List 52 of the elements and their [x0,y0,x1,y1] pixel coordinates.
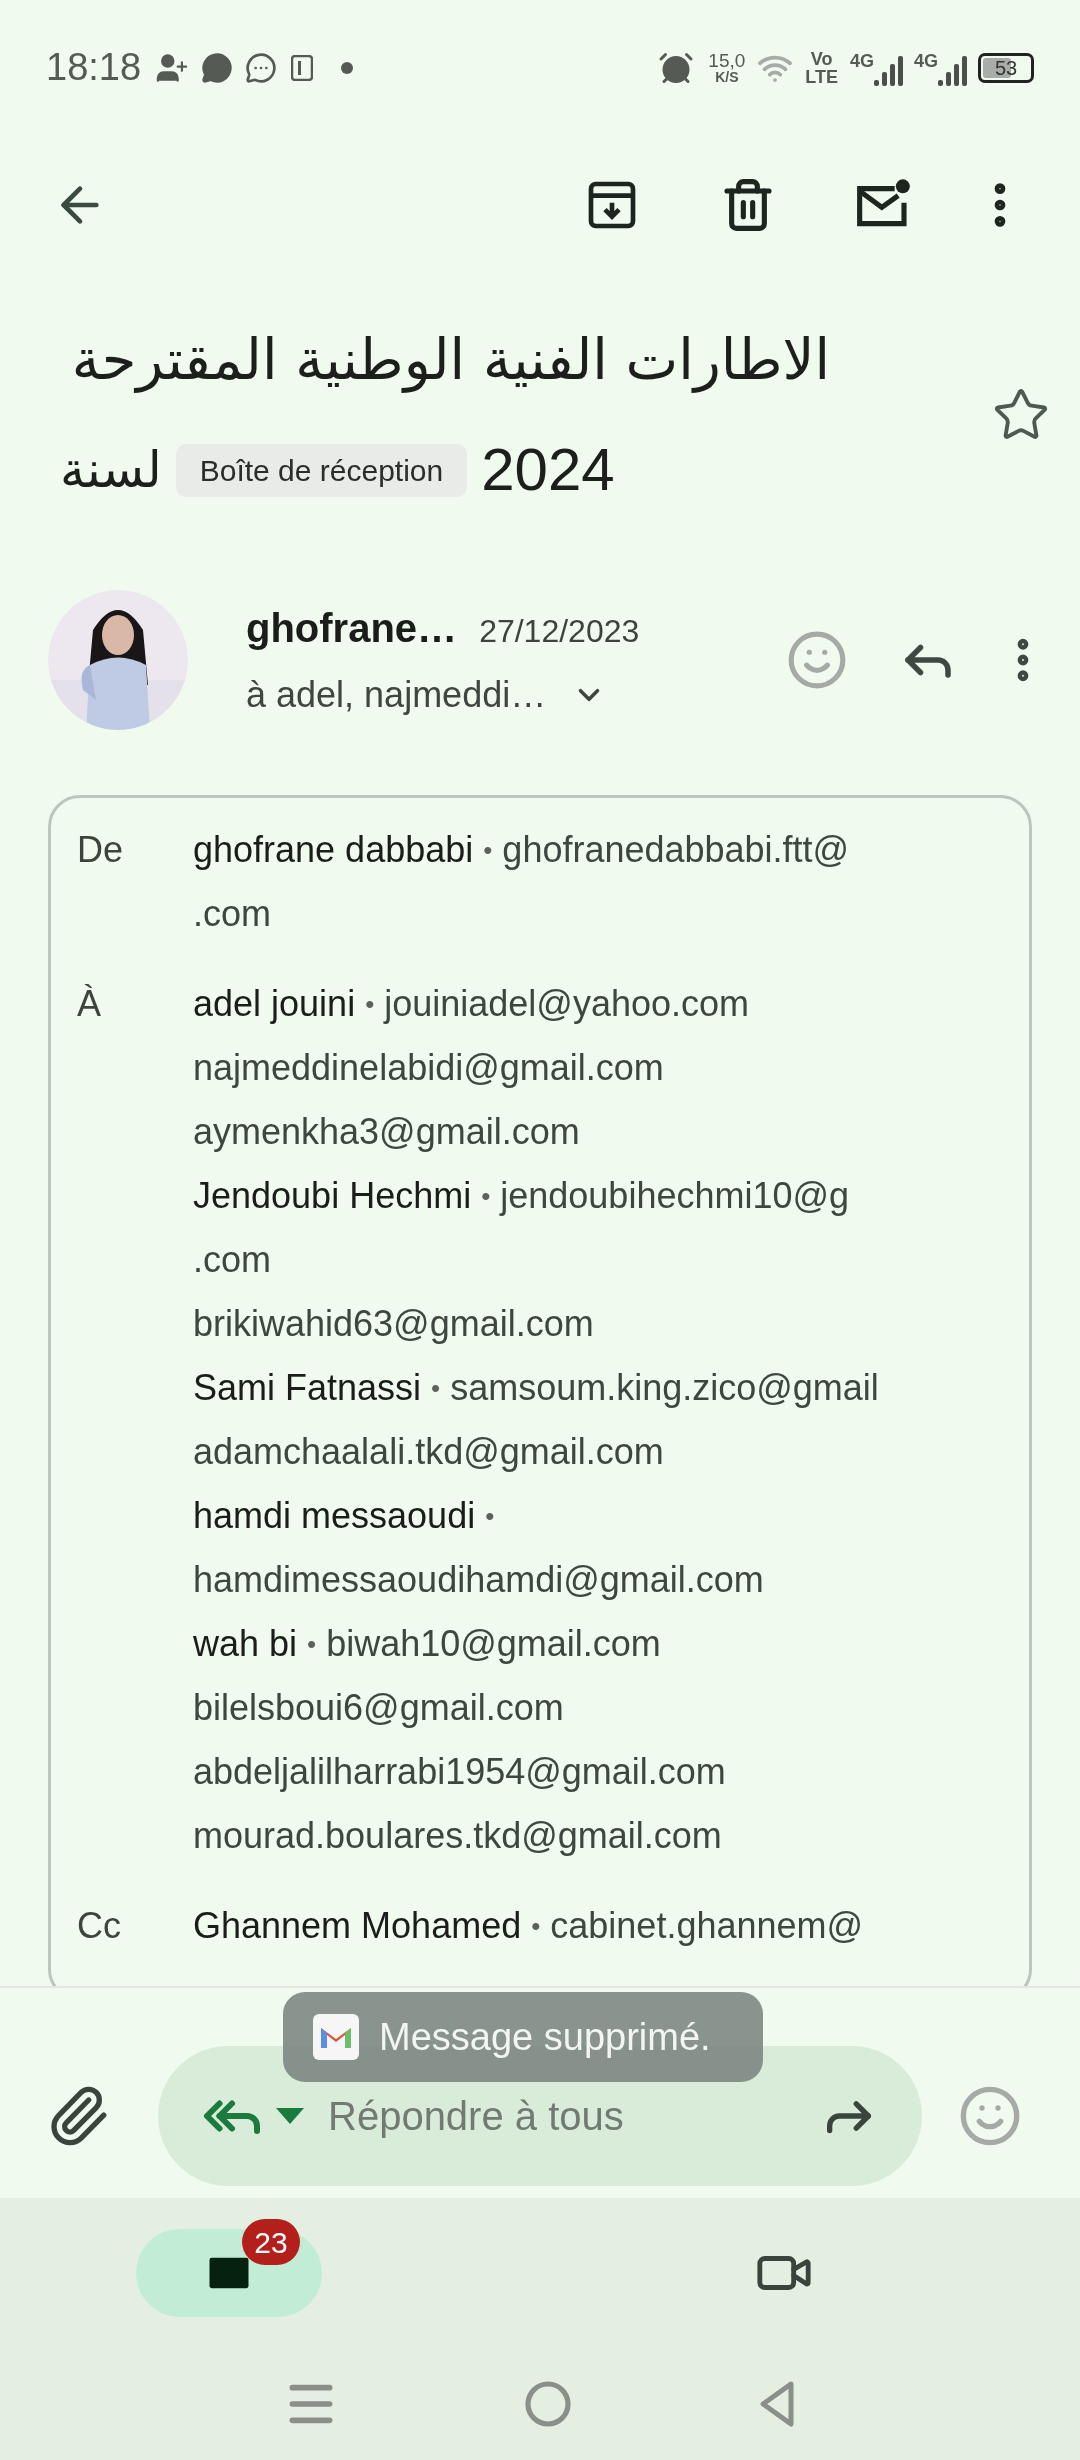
subject-text: الاطارات الفنية الوطنية المقترحة [70,326,830,395]
email-address: brikiwahid63@gmail.com [193,1302,594,1346]
email-address: jendoubihechmi10@g [500,1174,850,1218]
separator: • [483,833,493,867]
unread-badge: 23 [242,2219,300,2265]
contact-name: wah bi [193,1622,298,1666]
separator: • [365,987,375,1021]
email-address: ghofranedabbabi.ftt@ [502,828,850,872]
field-label: De [77,828,125,872]
separator: • [531,1909,541,1943]
home-button[interactable] [524,2380,572,2428]
separator: • [431,1371,441,1405]
field-label: Cc [77,1904,122,1948]
contact-name: Jendoubi Hechmi [193,1174,472,1218]
contact-name: Sami Fatnassi [193,1366,422,1410]
separator: • [481,1179,491,1213]
email-address: .com [193,892,271,936]
separator: • [307,1627,317,1661]
email-address: adamchaalali.tkd@gmail.com [193,1430,664,1474]
chat-icon [245,51,278,84]
email-address: hamdimessaoudihamdi@gmail.com [193,1558,764,1602]
volte-label: LTE [805,67,838,86]
contact-name: Ghannem Mohamed [193,1904,522,1948]
field-label: À [77,982,102,1026]
contact-name: hamdi messaoudi [193,1494,476,1538]
email-address: jouiniadel@yahoo.com [384,982,749,1026]
volte-label: Vo [810,49,833,68]
email-address: biwah10@gmail.com [326,1622,661,1666]
inbox-label: Boîte de réception [175,443,468,497]
email-address: cabinet.ghannem@ [550,1904,864,1948]
email-address: samsoum.king.zico@gmail [450,1366,879,1410]
separator: • [485,1499,495,1533]
dropdown-icon [276,2108,304,2124]
sender-name: ghofrane… [246,605,458,652]
contact-name: ghofrane dabbabi [193,828,474,872]
contact-name: adel jouini [193,982,356,1026]
email-address: bilelsboui6@gmail.com [193,1686,564,1730]
network-label: 4G [914,50,938,73]
subject-year: 2024 [481,435,615,505]
message-date: 27/12/2023 [479,612,640,651]
email-address: abdeljalilharrabi1954@gmail.com [193,1750,726,1794]
speed-unit: K/S [715,70,739,84]
email-address: aymenkha3@gmail.com [193,1110,580,1154]
email-address: mourad.boulares.tkd@gmail.com [193,1814,722,1858]
speed-value: 15,0 [708,51,746,70]
mail-logo-icon [313,2014,359,2060]
subject-text: لسنة [60,439,162,501]
time: 18:18 [46,45,142,90]
network-label: 4G [849,50,874,73]
email-address: najmeddinelabidi@gmail.com [193,1046,664,1090]
email-address: .com [193,1238,271,1282]
recipients-summary: à adel, najmeddi… [246,673,547,717]
